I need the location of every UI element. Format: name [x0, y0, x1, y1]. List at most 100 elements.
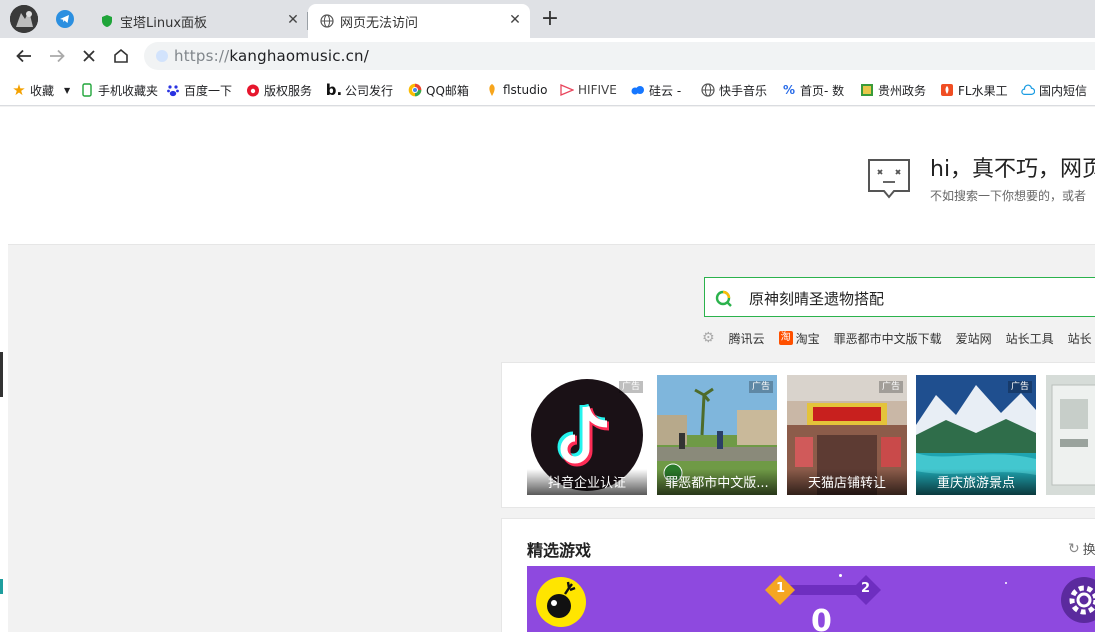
- ad-card-tmall[interactable]: 广告 天猫店铺转让: [787, 375, 907, 495]
- ad-card-partial[interactable]: [1046, 375, 1095, 495]
- bookmark-sms[interactable]: 国内短信: [1021, 81, 1095, 99]
- ad-card-caption: 天猫店铺转让: [787, 469, 907, 495]
- tab-baota[interactable]: 宝塔Linux面板 ✕: [88, 4, 308, 38]
- ad-card-gta[interactable]: 广告 罪恶都市中文版...: [657, 375, 777, 495]
- url-text[interactable]: https://kanghaomusic.cn/: [174, 47, 369, 65]
- ad-panel: 广告 抖音企业认证 广告 罪恶都市中文版... 广告 天猫店铺转让 广告 重庆旅…: [501, 362, 1095, 508]
- tab-label: 网页无法访问: [340, 15, 419, 31]
- phone-icon: [80, 83, 94, 97]
- game-banner[interactable]: 1 2 0: [527, 566, 1095, 632]
- search-input[interactable]: 原神刻晴圣遗物搭配: [704, 277, 1095, 317]
- taobao-icon: 淘: [778, 331, 793, 345]
- sparkle: [1005, 582, 1007, 584]
- search-value: 原神刻晴圣遗物搭配: [749, 290, 885, 308]
- bookmarks-bar: ★ 收藏 ▼ 手机收藏夹 百度一下 版权服务 b. 公司发行 QQ邮箱 flst…: [0, 74, 1095, 106]
- refresh-icon: ↻: [1068, 540, 1080, 557]
- search-logo-icon: [715, 290, 732, 307]
- error-subtitle: 不如搜索一下你想要的，或者: [930, 189, 1087, 203]
- home-button[interactable]: [109, 44, 133, 68]
- bomb-icon: [536, 577, 586, 627]
- hotlink-aizhan[interactable]: 爱站网: [956, 330, 992, 347]
- star-icon: ★: [12, 81, 26, 99]
- settings-icon[interactable]: ⚙: [702, 330, 715, 346]
- games-title: 精选游戏: [527, 541, 592, 560]
- b-logo-icon: b.: [327, 81, 343, 99]
- profile-avatar[interactable]: [10, 5, 38, 33]
- level-start: 1: [776, 581, 786, 596]
- bookmark-guiyun[interactable]: 硅云 -: [631, 81, 687, 99]
- ad-badge: 广告: [618, 381, 643, 393]
- hot-links: ⚙ 腾讯云 淘淘宝 罪恶都市中文版下载 爱站网 站长工具 站长: [702, 329, 1095, 347]
- browser-window: 宝塔Linux面板 ✕ 网页无法访问 ✕ + https://kanghaomu…: [0, 0, 1095, 632]
- fl-red-icon: [940, 83, 954, 97]
- stop-button[interactable]: [77, 44, 101, 68]
- machine-photo: [1046, 375, 1095, 495]
- globe-icon: [701, 83, 715, 97]
- ad-card-caption: 重庆旅游景点: [916, 469, 1036, 495]
- tab-strip: 宝塔Linux面板 ✕ 网页无法访问 ✕ +: [0, 0, 1095, 38]
- bookmark-favorites[interactable]: ★ 收藏 ▼: [12, 81, 70, 99]
- ad-badge: 广告: [1007, 381, 1032, 393]
- close-icon[interactable]: ✕: [508, 13, 522, 27]
- gear-icon[interactable]: [1060, 576, 1095, 624]
- qqmail-icon: [408, 83, 422, 97]
- address-bar[interactable]: https://kanghaomusic.cn/: [144, 42, 1095, 70]
- back-button[interactable]: [12, 44, 36, 68]
- shield-icon: [102, 15, 112, 27]
- bookmark-company[interactable]: b. 公司发行: [327, 81, 393, 99]
- page-info-icon[interactable]: [156, 50, 168, 62]
- error-title: hi，真不巧，网页: [930, 157, 1095, 182]
- hotlink-gta[interactable]: 罪恶都市中文版下载: [834, 330, 942, 347]
- refresh-button[interactable]: ↻ 换: [1068, 539, 1095, 559]
- games-panel: 精选游戏 ↻ 换 1 2 0: [501, 518, 1095, 632]
- bookmark-copyright[interactable]: 版权服务: [246, 81, 316, 99]
- bookmark-kuaishou[interactable]: 快手音乐: [701, 81, 769, 99]
- cloud-icon: [1021, 83, 1035, 97]
- sparkle: [839, 574, 842, 577]
- arrow-right-icon: [50, 49, 65, 63]
- ad-card-caption: 抖音企业认证: [527, 469, 647, 495]
- globe-icon: [320, 14, 334, 28]
- pinned-tab[interactable]: [46, 2, 84, 36]
- tab-label: 宝塔Linux面板: [120, 15, 208, 31]
- cloud-dot-icon: [631, 83, 645, 97]
- ad-badge: 广告: [748, 381, 773, 393]
- bookmark-qqmail[interactable]: QQ邮箱: [408, 81, 469, 99]
- close-icon: [83, 50, 95, 62]
- bookmark-baidu[interactable]: 百度一下: [166, 81, 236, 99]
- ad-card-chongqing[interactable]: 广告 重庆旅游景点: [916, 375, 1036, 495]
- ad-card-caption: 罪恶都市中文版...: [657, 469, 777, 495]
- close-icon[interactable]: ✕: [286, 13, 300, 27]
- home-icon: [114, 48, 128, 63]
- hotlink-webmaster[interactable]: 站长: [1068, 330, 1092, 347]
- fl-icon: [485, 83, 499, 97]
- game-score: 0: [811, 604, 832, 632]
- bookmark-flstudio[interactable]: flstudio: [485, 81, 547, 99]
- hifive-icon: [560, 83, 574, 97]
- level-end: 2: [861, 581, 871, 596]
- bookmark-homepage[interactable]: % 首页- 数: [782, 81, 848, 99]
- bookmark-guizhou[interactable]: 贵州政务: [860, 81, 928, 99]
- ad-badge: 广告: [878, 381, 903, 393]
- hotlink-taobao[interactable]: 淘淘宝: [778, 330, 820, 347]
- page-content: hi，真不巧，网页 不如搜索一下你想要的，或者 原神刻晴圣遗物搭配 ⚙ 腾讯云 …: [8, 107, 1095, 632]
- error-banner: hi，真不巧，网页 不如搜索一下你想要的，或者: [8, 107, 1095, 245]
- bookmark-mobile[interactable]: 手机收藏夹: [80, 81, 160, 99]
- ad-card-douyin[interactable]: 广告 抖音企业认证: [527, 375, 647, 495]
- arrow-left-icon: [16, 49, 31, 63]
- gov-icon: [860, 83, 874, 97]
- forward-button[interactable]: [45, 44, 69, 68]
- bookmark-hifive[interactable]: HIFIVE: [560, 81, 620, 99]
- hotlink-tencent-cloud[interactable]: 腾讯云: [729, 330, 765, 347]
- left-edge: [0, 107, 8, 632]
- logo-icon: %: [782, 83, 796, 97]
- new-tab-button[interactable]: +: [540, 8, 560, 30]
- bookmark-fl-fruit[interactable]: FL水果工: [940, 81, 1008, 99]
- chevron-down-icon: ▼: [64, 85, 71, 95]
- baidu-icon: [166, 83, 180, 97]
- weibo-icon: [246, 83, 260, 97]
- tab-error-page[interactable]: 网页无法访问 ✕: [308, 4, 530, 38]
- hotlink-webmaster-tools[interactable]: 站长工具: [1006, 330, 1054, 347]
- toolbar: https://kanghaomusic.cn/: [0, 38, 1095, 74]
- telegram-icon: [56, 10, 74, 28]
